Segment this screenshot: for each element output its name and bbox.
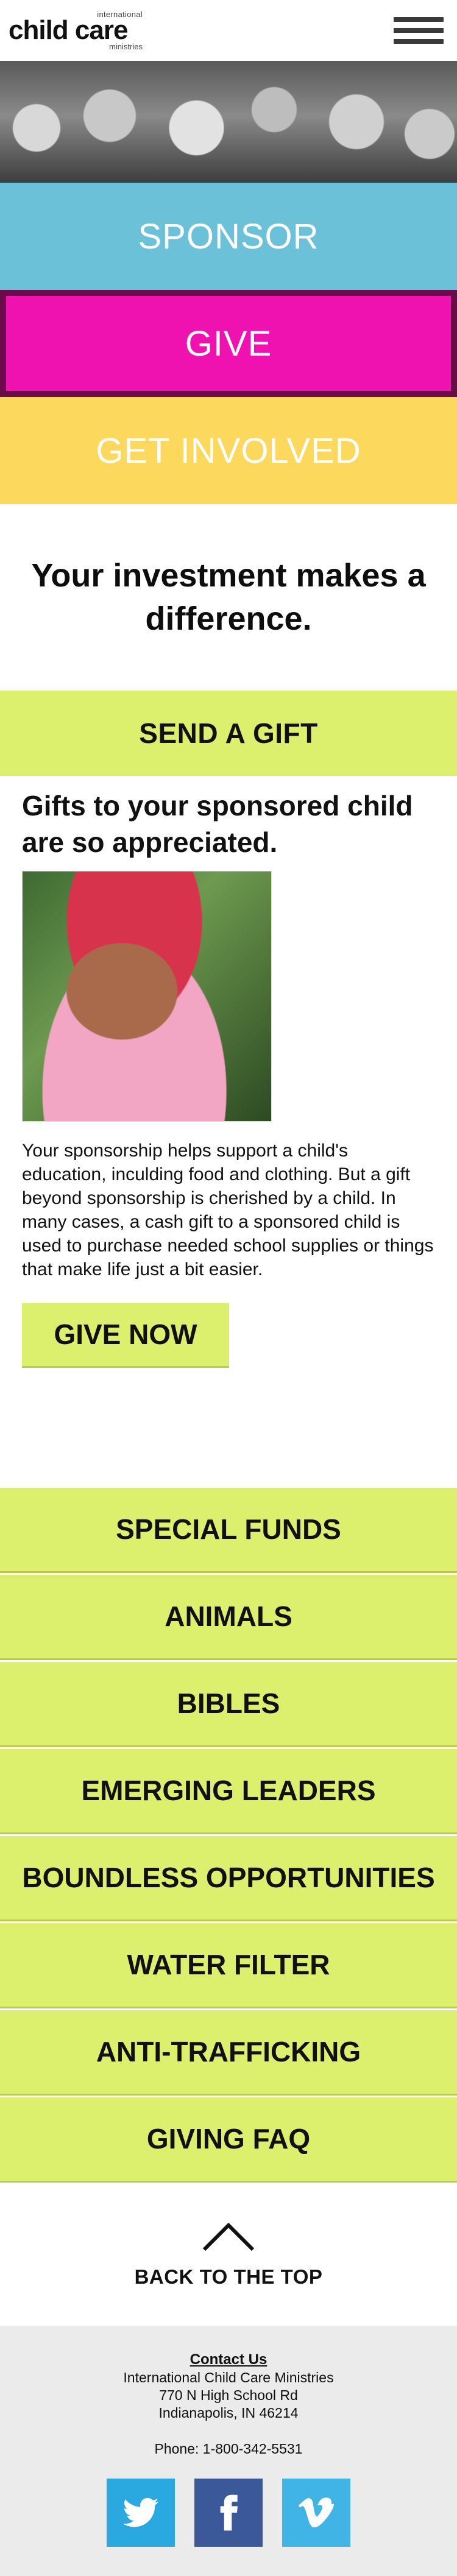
nav-tile-get-involved[interactable]: GET INVOLVED — [0, 397, 457, 504]
logo-ministries-text: ministries — [109, 42, 143, 51]
nav-tile-give[interactable]: GIVE — [0, 290, 457, 397]
facebook-icon[interactable] — [194, 2479, 263, 2547]
footer-phone: Phone: 1-800-342-5531 — [154, 2441, 303, 2457]
fund-item-giving-faq[interactable]: GIVING FAQ — [0, 2096, 457, 2183]
site-logo[interactable]: international child care ministries — [9, 10, 143, 51]
hero-photo-children — [0, 61, 457, 183]
site-header: international child care ministries — [0, 0, 457, 61]
nav-tile-sponsor[interactable]: SPONSOR — [0, 183, 457, 290]
fund-item-anti-trafficking[interactable]: ANTI-TRAFFICKING — [0, 2008, 457, 2096]
footer-city: Indianapolis, IN 46214 — [158, 2405, 299, 2421]
chevron-up-icon — [202, 2222, 255, 2251]
logo-wordmark: child care — [9, 17, 143, 44]
fund-item-special-funds[interactable]: SPECIAL FUNDS — [0, 1486, 457, 1573]
send-gift-description: Your sponsorship helps support a child's… — [22, 1140, 434, 1279]
send-gift-bar: SEND A GIFT — [0, 691, 457, 776]
hamburger-line — [394, 39, 444, 44]
contact-us-link[interactable]: Contact Us — [190, 2351, 267, 2368]
twitter-icon[interactable] — [107, 2479, 175, 2547]
back-to-top-label: BACK TO THE TOP — [134, 2265, 323, 2288]
fund-item-emerging-leaders[interactable]: EMERGING LEADERS — [0, 1747, 457, 1834]
back-to-top-link[interactable]: BACK TO THE TOP — [0, 2183, 457, 2326]
fund-item-water-filter[interactable]: WATER FILTER — [0, 1921, 457, 2008]
send-gift-title: Gifts to your sponsored child are so app… — [22, 790, 413, 858]
fund-item-animals[interactable]: ANIMALS — [0, 1573, 457, 1660]
fund-list: SPECIAL FUNDS ANIMALS BIBLES EMERGING LE… — [0, 1486, 457, 2183]
give-now-button[interactable]: GIVE NOW — [22, 1303, 229, 1368]
logo-child-text: child — [9, 15, 69, 45]
send-gift-section: Gifts to your sponsored child are so app… — [0, 776, 457, 1477]
vimeo-icon[interactable] — [282, 2479, 350, 2547]
sponsored-child-photo — [22, 870, 272, 1122]
logo-care-text: care — [74, 15, 129, 45]
fund-item-bibles[interactable]: BIBLES — [0, 1660, 457, 1747]
hamburger-icon[interactable] — [394, 13, 444, 48]
hamburger-line — [394, 28, 444, 33]
page-headline: Your investment makes a difference. — [31, 557, 426, 637]
footer-street: 770 N High School Rd — [159, 2387, 298, 2404]
hamburger-line — [394, 17, 444, 22]
social-links — [0, 2479, 457, 2547]
fund-item-boundless-opportunities[interactable]: BOUNDLESS OPPORTUNITIES — [0, 1834, 457, 1921]
footer-org-name: International Child Care Ministries — [123, 2370, 334, 2386]
